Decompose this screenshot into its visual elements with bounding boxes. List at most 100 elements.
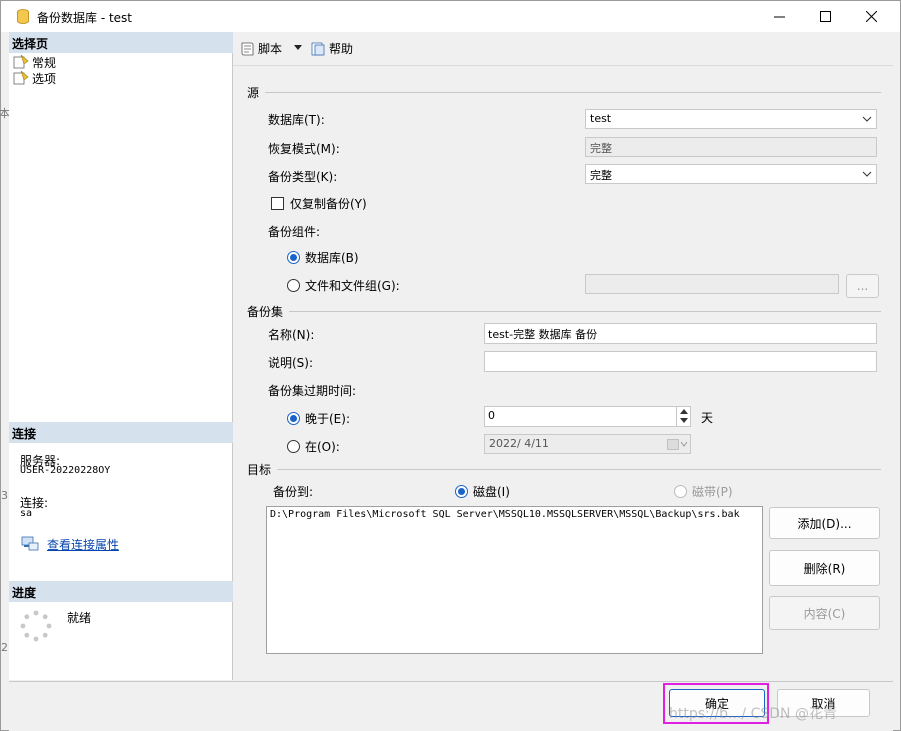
description-label: 说明(S): xyxy=(268,356,314,370)
script-button[interactable]: 脚本 xyxy=(239,40,282,57)
group-divider xyxy=(277,469,881,470)
server-value: USER-20220228OY xyxy=(20,465,111,476)
list-item[interactable]: D:\Program Files\Microsoft SQL Server\MS… xyxy=(270,509,759,520)
progress-spinner-icon xyxy=(20,610,52,642)
name-input[interactable]: test-完整 数据库 备份 xyxy=(484,323,877,344)
expire-on-radio[interactable]: 在(O): xyxy=(287,438,340,455)
progress-status: 就绪 xyxy=(67,611,92,625)
expire-after-radio[interactable]: 晚于(E): xyxy=(287,410,350,427)
source-group-label: 源 xyxy=(247,86,260,100)
backup-component-label: 备份组件: xyxy=(268,225,321,239)
script-icon xyxy=(241,42,254,55)
add-destination-button[interactable]: 添加(D)... xyxy=(769,507,880,539)
connection-properties-icon xyxy=(21,536,39,551)
remove-destination-button[interactable]: 删除(R) xyxy=(769,550,880,586)
component-database-radio[interactable]: 数据库(B) xyxy=(287,249,359,266)
component-files-label: 文件和文件组(G): xyxy=(305,279,400,293)
backup-database-dialog: 本 3 2 备份数据库 - test 选择页 常规 选项 连接 服务器: USE… xyxy=(0,0,901,731)
stepper-down-icon[interactable] xyxy=(680,418,688,423)
background-edge-text: 2 xyxy=(1,641,8,654)
expire-on-label: 在(O): xyxy=(305,440,340,454)
radio-indicator[interactable] xyxy=(287,440,300,453)
expire-days-value: 0 xyxy=(488,409,495,422)
backup-type-label: 备份类型(K): xyxy=(268,170,338,184)
source-group-header: 源 xyxy=(247,84,881,101)
minimize-button[interactable] xyxy=(756,1,802,32)
radio-indicator[interactable] xyxy=(674,485,687,498)
toolbar: 脚本 帮助 xyxy=(233,32,893,66)
calendar-dropdown-icon xyxy=(667,439,687,450)
maximize-icon xyxy=(819,11,831,22)
main-panel: 源 数据库(T): test 恢复模式(M): 完整 备份类型(K): 完整 仅… xyxy=(233,67,894,681)
stepper-up-icon[interactable] xyxy=(680,409,688,414)
database-value: test xyxy=(590,112,612,125)
database-icon xyxy=(17,9,29,24)
destination-group-header: 目标 xyxy=(247,461,881,478)
recovery-model-value: 完整 xyxy=(590,142,612,155)
close-icon xyxy=(865,11,877,22)
copy-only-checkbox[interactable]: 仅复制备份(Y) xyxy=(271,195,367,212)
window-title: 备份数据库 - test xyxy=(37,11,133,25)
maximize-button[interactable] xyxy=(802,1,848,32)
select-page-header: 选择页 xyxy=(9,32,233,53)
recovery-model-label: 恢复模式(M): xyxy=(268,142,340,156)
page-item-general[interactable]: 常规 xyxy=(13,54,56,70)
backup-to-label: 备份到: xyxy=(273,485,314,499)
page-item-options[interactable]: 选项 xyxy=(13,70,56,86)
help-label: 帮助 xyxy=(329,42,354,56)
radio-indicator[interactable] xyxy=(287,279,300,292)
backup-type-value: 完整 xyxy=(590,169,612,182)
minimize-icon xyxy=(773,16,785,18)
backup-set-group-header: 备份集 xyxy=(247,303,881,320)
stepper-buttons[interactable] xyxy=(676,407,690,426)
group-divider xyxy=(289,311,881,312)
radio-selected-indicator[interactable] xyxy=(287,251,300,264)
background-edge-text: 3 xyxy=(1,489,8,502)
disk-radio[interactable]: 磁盘(I) xyxy=(455,483,510,500)
disk-label: 磁盘(I) xyxy=(473,485,510,499)
checkbox-box[interactable] xyxy=(271,197,284,210)
backup-type-combo[interactable]: 完整 xyxy=(585,164,877,184)
radio-selected-indicator[interactable] xyxy=(287,412,300,425)
page-item-label: 选项 xyxy=(32,71,57,86)
expire-days-stepper[interactable]: 0 xyxy=(484,406,691,427)
expire-date-picker: 2022/ 4/11 xyxy=(484,434,691,454)
recovery-model-field: 完整 xyxy=(585,137,877,157)
script-dropdown-icon[interactable] xyxy=(294,45,302,50)
page-item-label: 常规 xyxy=(32,55,57,70)
copy-only-label: 仅复制备份(Y) xyxy=(290,197,367,211)
browse-files-button[interactable]: ... xyxy=(846,274,879,298)
watermark: https://b.../ CSDN @花青 xyxy=(669,706,837,722)
view-connection-properties-link[interactable]: 查看连接属性 xyxy=(47,536,119,553)
script-label: 脚本 xyxy=(258,42,283,56)
database-label: 数据库(T): xyxy=(268,113,325,127)
tape-radio[interactable]: 磁带(P) xyxy=(674,483,733,500)
backup-destination-list[interactable]: D:\Program Files\Microsoft SQL Server\MS… xyxy=(266,506,763,654)
tape-label: 磁带(P) xyxy=(692,485,733,499)
description-input[interactable] xyxy=(484,351,877,372)
page-icon xyxy=(13,55,29,69)
connection-value: sa xyxy=(20,508,33,519)
left-pane: 选择页 常规 选项 连接 服务器: USER-20220228OY 连接: sa… xyxy=(9,32,233,680)
days-unit-label: 天 xyxy=(701,411,714,425)
destination-group-label: 目标 xyxy=(247,463,272,477)
contents-button[interactable]: 内容(C) xyxy=(769,596,880,630)
backup-set-group-label: 备份集 xyxy=(247,305,284,319)
title-bar[interactable]: 备份数据库 - test xyxy=(1,1,900,32)
component-database-label: 数据库(B) xyxy=(305,251,359,265)
component-files-radio[interactable]: 文件和文件组(G): xyxy=(287,277,400,294)
help-button[interactable]: 帮助 xyxy=(310,40,353,57)
chevron-down-icon xyxy=(862,171,872,177)
expire-date-value: 2022/ 4/11 xyxy=(489,437,549,450)
radio-selected-indicator[interactable] xyxy=(455,485,468,498)
expire-label: 备份集过期时间: xyxy=(268,384,357,398)
database-combo[interactable]: test xyxy=(585,109,877,129)
help-icon xyxy=(311,42,325,55)
files-filegroups-field xyxy=(585,274,839,294)
group-divider xyxy=(265,92,881,93)
expire-after-label: 晚于(E): xyxy=(305,412,350,426)
progress-header: 进度 xyxy=(9,581,233,602)
name-label: 名称(N): xyxy=(268,328,315,342)
chevron-down-icon xyxy=(862,116,872,122)
close-button[interactable] xyxy=(848,1,894,32)
